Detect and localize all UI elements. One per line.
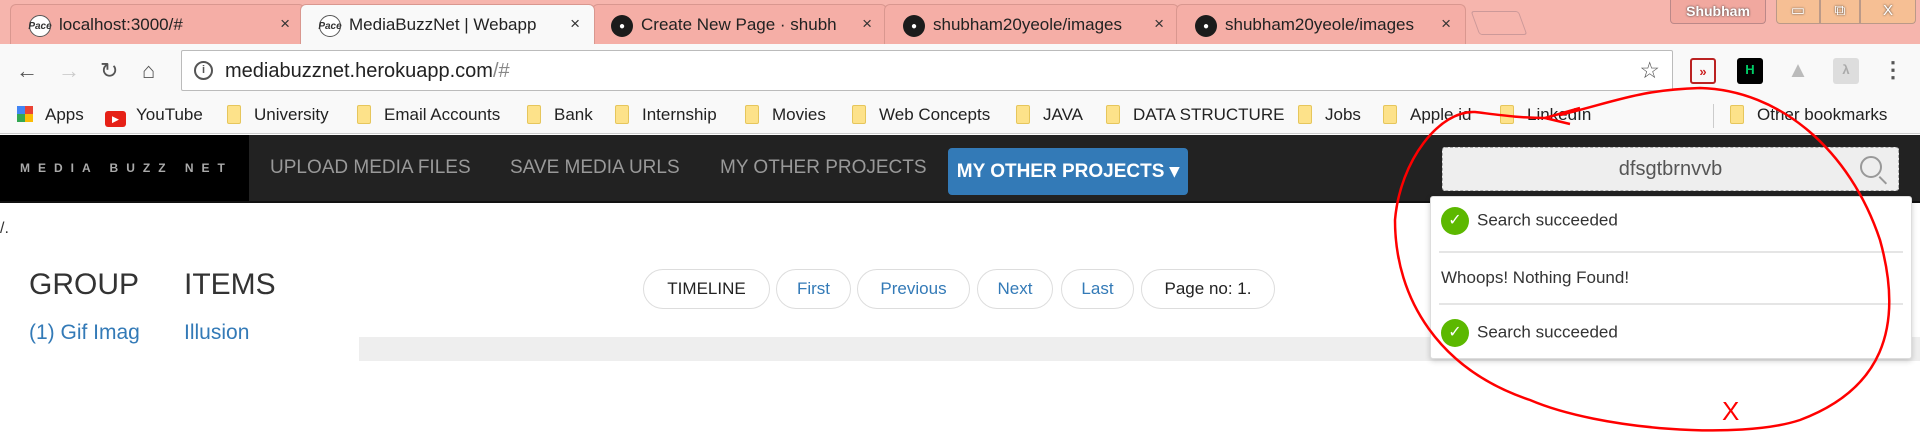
folder-icon (527, 105, 541, 124)
search-results-dropdown: ✓ Search succeeded Whoops! Nothing Found!… (1430, 196, 1912, 359)
bookmark-linkedin[interactable]: LinkedIn (1500, 105, 1591, 125)
search-result-item[interactable]: Whoops! Nothing Found! (1441, 268, 1629, 288)
tab-github-images-2[interactable]: ● shubham20yeole/images × (1176, 4, 1466, 44)
folder-icon (1298, 105, 1312, 124)
page-number: Page no: 1. (1141, 269, 1275, 309)
tab-localhost[interactable]: Pace localhost:3000/# × (10, 4, 305, 44)
divider (1439, 251, 1903, 253)
search-result-item[interactable]: ✓ Search succeeded (1441, 319, 1618, 347)
bookmark-internship[interactable]: Internship (615, 105, 717, 125)
bookmark-data-structure[interactable]: DATA STRUCTURE (1106, 105, 1284, 125)
check-circle-icon: ✓ (1441, 319, 1469, 347)
close-tab-icon[interactable]: × (280, 14, 290, 34)
bookmark-email-accounts[interactable]: Email Accounts (357, 105, 500, 125)
bookmark-bank[interactable]: Bank (527, 105, 593, 125)
address-bar[interactable]: i mediabuzznet.herokuapp.com/# ☆ (181, 50, 1673, 91)
pace-icon: Pace (318, 15, 342, 37)
bookmark-movies[interactable]: Movies (745, 105, 826, 125)
url-text: mediabuzznet.herokuapp.com/# (225, 60, 510, 82)
other-bookmarks[interactable]: Other bookmarks (1730, 105, 1887, 125)
tab-title: MediaBuzzNet | Webapp (349, 15, 537, 34)
forward-icon[interactable]: → (58, 58, 80, 84)
close-window-button[interactable]: X (1860, 0, 1916, 24)
bookmark-apps[interactable]: Apps (17, 105, 84, 125)
home-icon[interactable]: ⌂ (142, 58, 155, 84)
bookmarks-bar: Apps ▶ YouTube University Email Accounts … (0, 98, 1920, 134)
google-drive-icon[interactable]: ▲ (1785, 58, 1811, 84)
extension-fastforward-icon[interactable]: » (1690, 58, 1716, 84)
tab-github-images-1[interactable]: ● shubham20yeole/images × (884, 4, 1179, 44)
search-input[interactable]: dfsgtbrnvvb (1442, 147, 1899, 191)
github-icon: ● (1195, 15, 1217, 37)
search-result-item[interactable]: ✓ Search succeeded (1441, 207, 1618, 235)
bookmark-youtube[interactable]: ▶ YouTube (105, 105, 203, 127)
close-tab-icon[interactable]: × (1441, 14, 1451, 34)
path-text: /. (0, 220, 9, 237)
bookmark-university[interactable]: University (227, 105, 329, 125)
folder-icon (357, 105, 371, 124)
extension-hackerrank-icon[interactable]: H (1737, 58, 1763, 84)
folder-icon (852, 105, 866, 124)
group-header: GROUP (29, 268, 140, 301)
pace-icon: Pace (28, 15, 52, 37)
youtube-icon: ▶ (105, 111, 126, 127)
timeline-button[interactable]: TIMELINE (643, 269, 770, 309)
site-logo[interactable]: MEDIA BUZZ NET (0, 135, 249, 201)
tab-title: localhost:3000/# (59, 15, 183, 34)
bookmark-apple-id[interactable]: Apple id (1383, 105, 1471, 125)
search-icon[interactable] (1860, 156, 1882, 178)
folder-icon (1500, 105, 1514, 124)
site-navbar: MEDIA BUZZ NET UPLOAD MEDIA FILES SAVE M… (0, 135, 1920, 203)
bookmark-web-concepts[interactable]: Web Concepts (852, 105, 990, 125)
browser-toolbar: ← → ↻ ⌂ i mediabuzznet.herokuapp.com/# ☆… (0, 44, 1920, 98)
search-value: dfsgtbrnvvb (1618, 158, 1723, 180)
nav-my-other-projects[interactable]: MY OTHER PROJECTS (720, 157, 927, 179)
divider (1439, 303, 1903, 305)
tab-mediabuzznet[interactable]: Pace MediaBuzzNet | Webapp × (300, 4, 595, 44)
folder-icon (1730, 105, 1744, 124)
nav-upload-media-files[interactable]: UPLOAD MEDIA FILES (270, 157, 471, 179)
folder-icon (1106, 105, 1120, 124)
first-page-button[interactable]: First (776, 269, 851, 309)
group-link[interactable]: (1) Gif Imag (29, 321, 157, 345)
folder-icon (227, 105, 241, 124)
check-circle-icon: ✓ (1441, 207, 1469, 235)
tab-title: shubham20yeole/images (1225, 15, 1415, 34)
next-page-button[interactable]: Next (977, 269, 1053, 309)
folder-icon (615, 105, 629, 124)
bookmark-star-icon[interactable]: ☆ (1639, 57, 1660, 84)
restore-button[interactable]: ⧉ (1820, 0, 1860, 24)
my-other-projects-dropdown[interactable]: MY OTHER PROJECTS ▾ (948, 148, 1188, 195)
bookmark-jobs[interactable]: Jobs (1298, 105, 1361, 125)
back-icon[interactable]: ← (16, 58, 38, 84)
new-tab-button[interactable] (1470, 11, 1528, 35)
folder-icon (1016, 105, 1030, 124)
bookmarks-separator (1713, 104, 1714, 128)
annotation-x: X (1722, 396, 1739, 426)
tab-strip: Pace localhost:3000/# × Pace MediaBuzzNe… (0, 0, 1920, 44)
tab-title: shubham20yeole/images (933, 15, 1123, 34)
chrome-menu-icon[interactable]: ⋮ (1880, 58, 1906, 84)
apps-grid-icon (17, 106, 33, 122)
github-icon: ● (611, 15, 633, 37)
info-icon[interactable]: i (194, 61, 213, 80)
github-icon: ● (903, 15, 925, 37)
close-tab-icon[interactable]: × (570, 14, 580, 34)
adobe-acrobat-icon[interactable]: λ (1833, 58, 1859, 84)
tab-title: Create New Page · shubham (641, 15, 836, 34)
previous-page-button[interactable]: Previous (857, 269, 970, 309)
bookmark-java[interactable]: JAVA (1016, 105, 1083, 125)
nav-save-media-urls[interactable]: SAVE MEDIA URLS (510, 157, 680, 179)
items-header: ITEMS (184, 268, 276, 301)
folder-icon (745, 105, 759, 124)
close-tab-icon[interactable]: × (1154, 14, 1164, 34)
profile-button[interactable]: Shubham (1670, 0, 1766, 24)
folder-icon (1383, 105, 1397, 124)
item-link-illusion[interactable]: Illusion (184, 321, 249, 345)
reload-icon[interactable]: ↻ (100, 58, 118, 84)
minimize-button[interactable]: ▭ (1776, 0, 1820, 24)
close-tab-icon[interactable]: × (862, 14, 872, 34)
tab-create-new-page[interactable]: ● Create New Page · shubham × (592, 4, 887, 44)
last-page-button[interactable]: Last (1061, 269, 1134, 309)
